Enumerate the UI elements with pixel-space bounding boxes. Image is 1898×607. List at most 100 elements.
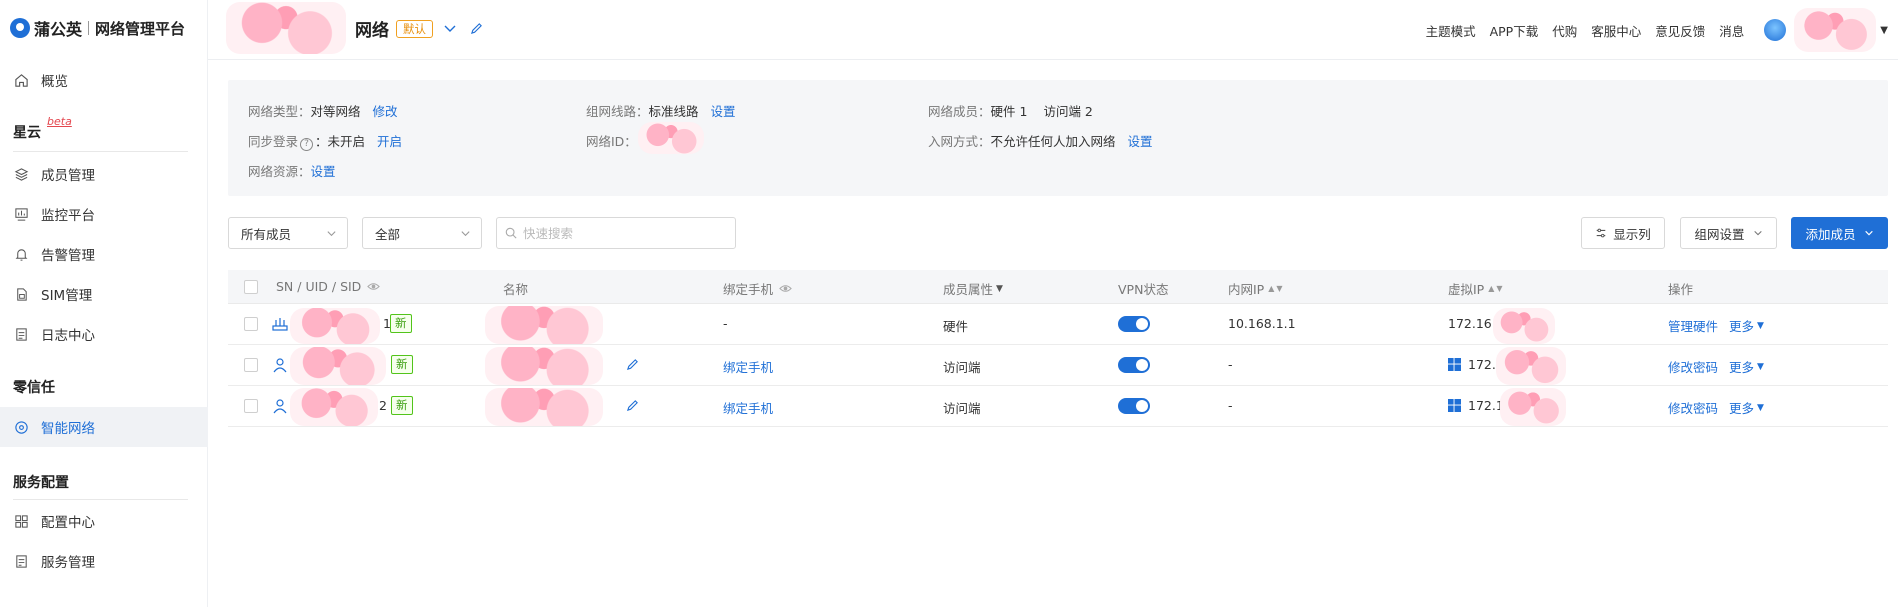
home-icon (13, 72, 29, 88)
bind-phone-link[interactable]: 绑定手机 (723, 357, 773, 376)
sidebar-item-config-center[interactable]: 配置中心 (0, 501, 208, 541)
network-circle-icon (13, 419, 29, 435)
attr-cell: 访问端 (943, 360, 981, 375)
net-type-modify-link[interactable]: 修改 (373, 104, 398, 119)
section-divider (13, 151, 188, 152)
more-actions-label: 更多 (1729, 319, 1755, 334)
vpn-toggle[interactable] (1118, 398, 1150, 414)
line-settings-link[interactable]: 设置 (711, 104, 736, 119)
net-type-field: 网络类型：对等网络 修改 (248, 101, 398, 120)
vpn-toggle[interactable] (1118, 316, 1150, 332)
account-caret-icon[interactable]: ▼ (1880, 25, 1888, 36)
resource-field: 网络资源：设置 (248, 161, 336, 180)
row-checkbox[interactable] (244, 358, 258, 372)
new-tag-wrap: 新 (390, 314, 412, 333)
more-actions-dropdown[interactable]: 更多 ▼ (1729, 316, 1764, 335)
vpn-toggle-cell (1118, 357, 1150, 373)
sidebar-item-sim[interactable]: SIM管理 (0, 274, 208, 314)
more-actions-dropdown[interactable]: 更多 ▼ (1729, 398, 1764, 417)
row-checkbox[interactable] (244, 399, 258, 413)
top-navigation: 主题模式 APP下载 代购 客服中心 意见反馈 消息 ▼ (1426, 0, 1898, 60)
section-title-zero-trust: 零信任 (13, 380, 55, 396)
eye-icon[interactable] (367, 280, 381, 293)
chevron-down-icon (1753, 228, 1763, 238)
edit-pencil-icon[interactable] (468, 20, 484, 36)
row-checkbox[interactable] (244, 317, 258, 331)
sidebar-item-label: 成员管理 (41, 168, 95, 184)
lan-ip-cell: 10.168.1.1 (1228, 316, 1296, 331)
vpn-toggle[interactable] (1118, 357, 1150, 373)
redacted-username (1794, 8, 1877, 52)
manage-hardware-link[interactable]: 管理硬件 (1668, 316, 1718, 335)
redacted-network-prefix (226, 2, 346, 54)
sidebar-item-monitoring[interactable]: 监控平台 (0, 194, 208, 234)
redacted-sn (290, 388, 378, 426)
topnav-app-download[interactable]: APP下载 (1490, 21, 1539, 40)
topnav-customer-service[interactable]: 客服中心 (1591, 21, 1641, 40)
search-input[interactable] (523, 225, 723, 241)
new-member-tag: 新 (390, 314, 412, 333)
monitor-chart-icon (13, 206, 29, 222)
net-type-label: 网络类型： (248, 104, 311, 119)
sidebar-item-label: 概览 (41, 74, 68, 90)
sidebar-item-member-management[interactable]: 成员管理 (0, 154, 208, 194)
topnav-theme-mode[interactable]: 主题模式 (1426, 21, 1476, 40)
select-all-checkbox[interactable] (244, 280, 258, 294)
header-attr-label: 成员属性 (943, 282, 994, 297)
sidebar-item-alerts[interactable]: 告警管理 (0, 234, 208, 274)
table-header: SN / UID / SID 名称 绑定手机 成员属性 ▼ VPN状态 内网IP ▲… (228, 270, 1888, 304)
edit-pencil-icon[interactable] (626, 399, 639, 416)
member-type-select[interactable]: 所有成员 (228, 217, 348, 249)
header-virtual-ip-label: 虚拟IP (1448, 282, 1485, 297)
redacted-sn (290, 308, 380, 344)
sidebar-item-label: 监控平台 (41, 208, 95, 224)
sso-value: ：未开启 (315, 134, 366, 149)
more-actions-label: 更多 (1729, 360, 1755, 375)
lan-ip-cell: - (1228, 357, 1233, 372)
sso-enable-link[interactable]: 开启 (377, 134, 402, 149)
list-document-icon (13, 553, 29, 569)
eye-icon[interactable] (779, 282, 792, 295)
windows-icon (1448, 399, 1461, 416)
topnav-feedback[interactable]: 意见反馈 (1655, 21, 1705, 40)
join-settings-link[interactable]: 设置 (1128, 134, 1153, 149)
document-icon (13, 326, 29, 342)
chevron-down-icon[interactable] (442, 20, 458, 36)
topnav-purchase[interactable]: 代购 (1552, 21, 1577, 40)
redacted-name (485, 306, 603, 344)
network-info-panel: 网络类型：对等网络 修改 组网线路：标准线路 设置 网络成员：硬件 1 访问端 2 同… (228, 80, 1888, 196)
status-select[interactable]: 全部 (362, 217, 482, 249)
header-attr[interactable]: 成员属性 ▼ (943, 279, 1003, 298)
user-icon (272, 398, 288, 418)
help-question-icon[interactable]: ? (300, 138, 314, 151)
topnav-messages[interactable]: 消息 (1719, 21, 1744, 40)
resource-settings-link[interactable]: 设置 (311, 164, 336, 179)
more-actions-dropdown[interactable]: 更多 ▼ (1729, 357, 1764, 376)
brand-subtitle: 网络管理平台 (95, 19, 186, 38)
change-password-link[interactable]: 修改密码 (1668, 398, 1718, 417)
sidebar-item-logs[interactable]: 日志中心 (0, 314, 208, 354)
virtual-ip-cell: 172.1 (1468, 398, 1504, 413)
display-columns-button[interactable]: 显示列 (1581, 217, 1665, 249)
network-settings-button[interactable]: 组网设置 (1680, 217, 1777, 249)
header-virtual-ip[interactable]: 虚拟IP ▲▼ (1448, 279, 1505, 298)
sidebar-item-label: 告警管理 (41, 248, 95, 264)
quick-search[interactable] (496, 217, 736, 249)
table-row: 新 绑定手机 访问端 - 172. 修改密码 更多 ▼ (228, 345, 1888, 386)
sidebar-item-service-management[interactable]: 服务管理 (0, 541, 208, 581)
header-lan-ip[interactable]: 内网IP ▲▼ (1228, 279, 1285, 298)
sidebar-item-smart-network[interactable]: 智能网络 (0, 407, 208, 447)
router-icon (272, 316, 288, 336)
brand-name: 蒲公英 (34, 20, 83, 39)
sidebar-item-label: 日志中心 (41, 328, 95, 344)
bind-phone-link[interactable]: 绑定手机 (723, 398, 773, 417)
sidebar-item-overview[interactable]: 概览 (0, 60, 208, 100)
add-member-button[interactable]: 添加成员 (1791, 217, 1888, 249)
member-type-select-value: 所有成员 (241, 226, 292, 242)
brand-logo[interactable]: 蒲公英 网络管理平台 (10, 16, 185, 40)
network-name: 网络 (355, 21, 389, 41)
user-avatar[interactable] (1764, 19, 1787, 41)
edit-pencil-icon[interactable] (626, 358, 639, 375)
change-password-link[interactable]: 修改密码 (1668, 357, 1718, 376)
brand-separator (88, 21, 90, 35)
